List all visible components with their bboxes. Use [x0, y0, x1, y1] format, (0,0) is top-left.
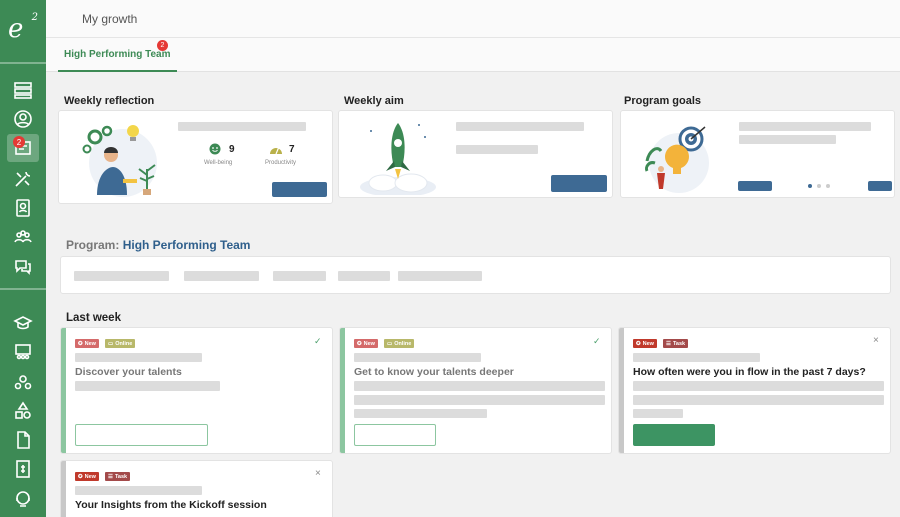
program-goals-title: Program goals: [624, 95, 702, 107]
program-prefix: Program:: [66, 238, 123, 252]
new-tag: ✪ New: [633, 339, 657, 348]
done-check-icon: ✓: [314, 336, 322, 346]
activity-card[interactable]: ✪ New ▭ Online ✓ Get to know your talents …: [339, 327, 612, 454]
weekly-reflection-card[interactable]: 9 Well-being 7 Productivity: [58, 110, 333, 204]
presentation-icon[interactable]: [11, 340, 35, 364]
task-tag: ☰ Task: [105, 472, 131, 481]
close-icon[interactable]: ×: [315, 468, 321, 479]
star-icon: ✪: [78, 473, 83, 480]
gauge-icon: [270, 147, 282, 155]
top-header: My growth: [46, 0, 900, 38]
activity-card[interactable]: ✪ New ☰ Task × Your Insights from the Kick…: [60, 460, 333, 517]
new-tag: ✪ New: [75, 472, 99, 481]
reflection-action-button[interactable]: [272, 182, 327, 197]
people-group-icon[interactable]: [11, 225, 35, 249]
page-title: My growth: [82, 12, 138, 26]
program-details-card: [60, 256, 891, 294]
star-icon: ✪: [636, 340, 641, 347]
chat-icon[interactable]: [11, 255, 35, 279]
sidebar: e2 2: [0, 0, 46, 517]
carousel-dot[interactable]: [817, 184, 821, 188]
shapes-icon[interactable]: [11, 399, 35, 423]
carousel-dot-active[interactable]: [808, 184, 812, 188]
last-week-title: Last week: [66, 312, 121, 324]
goals-illustration: [645, 126, 709, 193]
star-icon: ✪: [357, 340, 362, 347]
user-circle-icon[interactable]: [11, 107, 35, 131]
tab-bar: High Performing Team: [46, 38, 900, 72]
tab-badge: 2: [157, 40, 168, 51]
program-name[interactable]: High Performing Team: [123, 238, 251, 252]
invoice-icon[interactable]: [11, 457, 35, 481]
task-tag: ☰ Task: [663, 339, 689, 348]
activity-start-button[interactable]: [633, 424, 715, 446]
activity-title[interactable]: How often were you in flow in the past 7…: [633, 366, 866, 378]
rocket-illustration: [360, 123, 436, 195]
activity-open-button[interactable]: [354, 424, 436, 446]
sidebar-divider: [0, 288, 46, 290]
document-icon[interactable]: [11, 428, 35, 452]
contact-card-icon[interactable]: [11, 196, 35, 220]
gears-people-icon[interactable]: [11, 370, 35, 394]
weekly-reflection-title: Weekly reflection: [64, 95, 155, 107]
tools-icon[interactable]: [11, 167, 35, 191]
wellbeing-value: 9: [229, 144, 235, 155]
carousel-dot[interactable]: [826, 184, 830, 188]
layers-icon[interactable]: [11, 78, 35, 102]
productivity-label: Productivity: [265, 160, 297, 166]
activity-title[interactable]: Get to know your talents deeper: [354, 366, 514, 378]
app-logo[interactable]: e2: [8, 12, 38, 44]
reflection-illustration: [82, 125, 157, 197]
support-icon[interactable]: [11, 487, 35, 511]
close-icon[interactable]: ×: [873, 335, 879, 346]
activity-title[interactable]: Your Insights from the Kickoff session: [75, 499, 267, 511]
wellbeing-label: Well-being: [204, 160, 233, 166]
weekly-aim-card[interactable]: [338, 110, 613, 198]
activity-title[interactable]: Discover your talents: [75, 366, 182, 378]
list-icon: ☰: [108, 473, 113, 480]
graduation-icon[interactable]: [11, 311, 35, 335]
chat-icon: ▭: [387, 340, 393, 347]
new-tag: ✪ New: [354, 339, 378, 348]
chat-icon: ▭: [108, 340, 114, 347]
online-tag: ▭ Online: [384, 339, 415, 348]
program-heading: Program: High Performing Team: [66, 238, 250, 252]
list-icon: ☰: [666, 340, 671, 347]
online-tag: ▭ Online: [105, 339, 136, 348]
star-icon: ✪: [78, 340, 83, 347]
aim-action-button[interactable]: [551, 175, 607, 192]
activity-open-button[interactable]: [75, 424, 208, 446]
sidebar-divider: [0, 62, 46, 64]
smiley-icon: [209, 143, 221, 155]
goals-prev-button[interactable]: [738, 181, 772, 191]
sidebar-notification-badge: 2: [13, 136, 25, 148]
activity-card[interactable]: ✪ New ▭ Online ✓ Discover your talents: [60, 327, 333, 454]
goals-next-button[interactable]: [868, 181, 892, 191]
activity-card[interactable]: ✪ New ☰ Task × How often were you in flow …: [618, 327, 891, 454]
weekly-aim-title: Weekly aim: [344, 95, 404, 107]
done-check-icon: ✓: [593, 336, 601, 346]
productivity-value: 7: [289, 144, 295, 155]
program-goals-card[interactable]: [620, 110, 895, 198]
new-tag: ✪ New: [75, 339, 99, 348]
